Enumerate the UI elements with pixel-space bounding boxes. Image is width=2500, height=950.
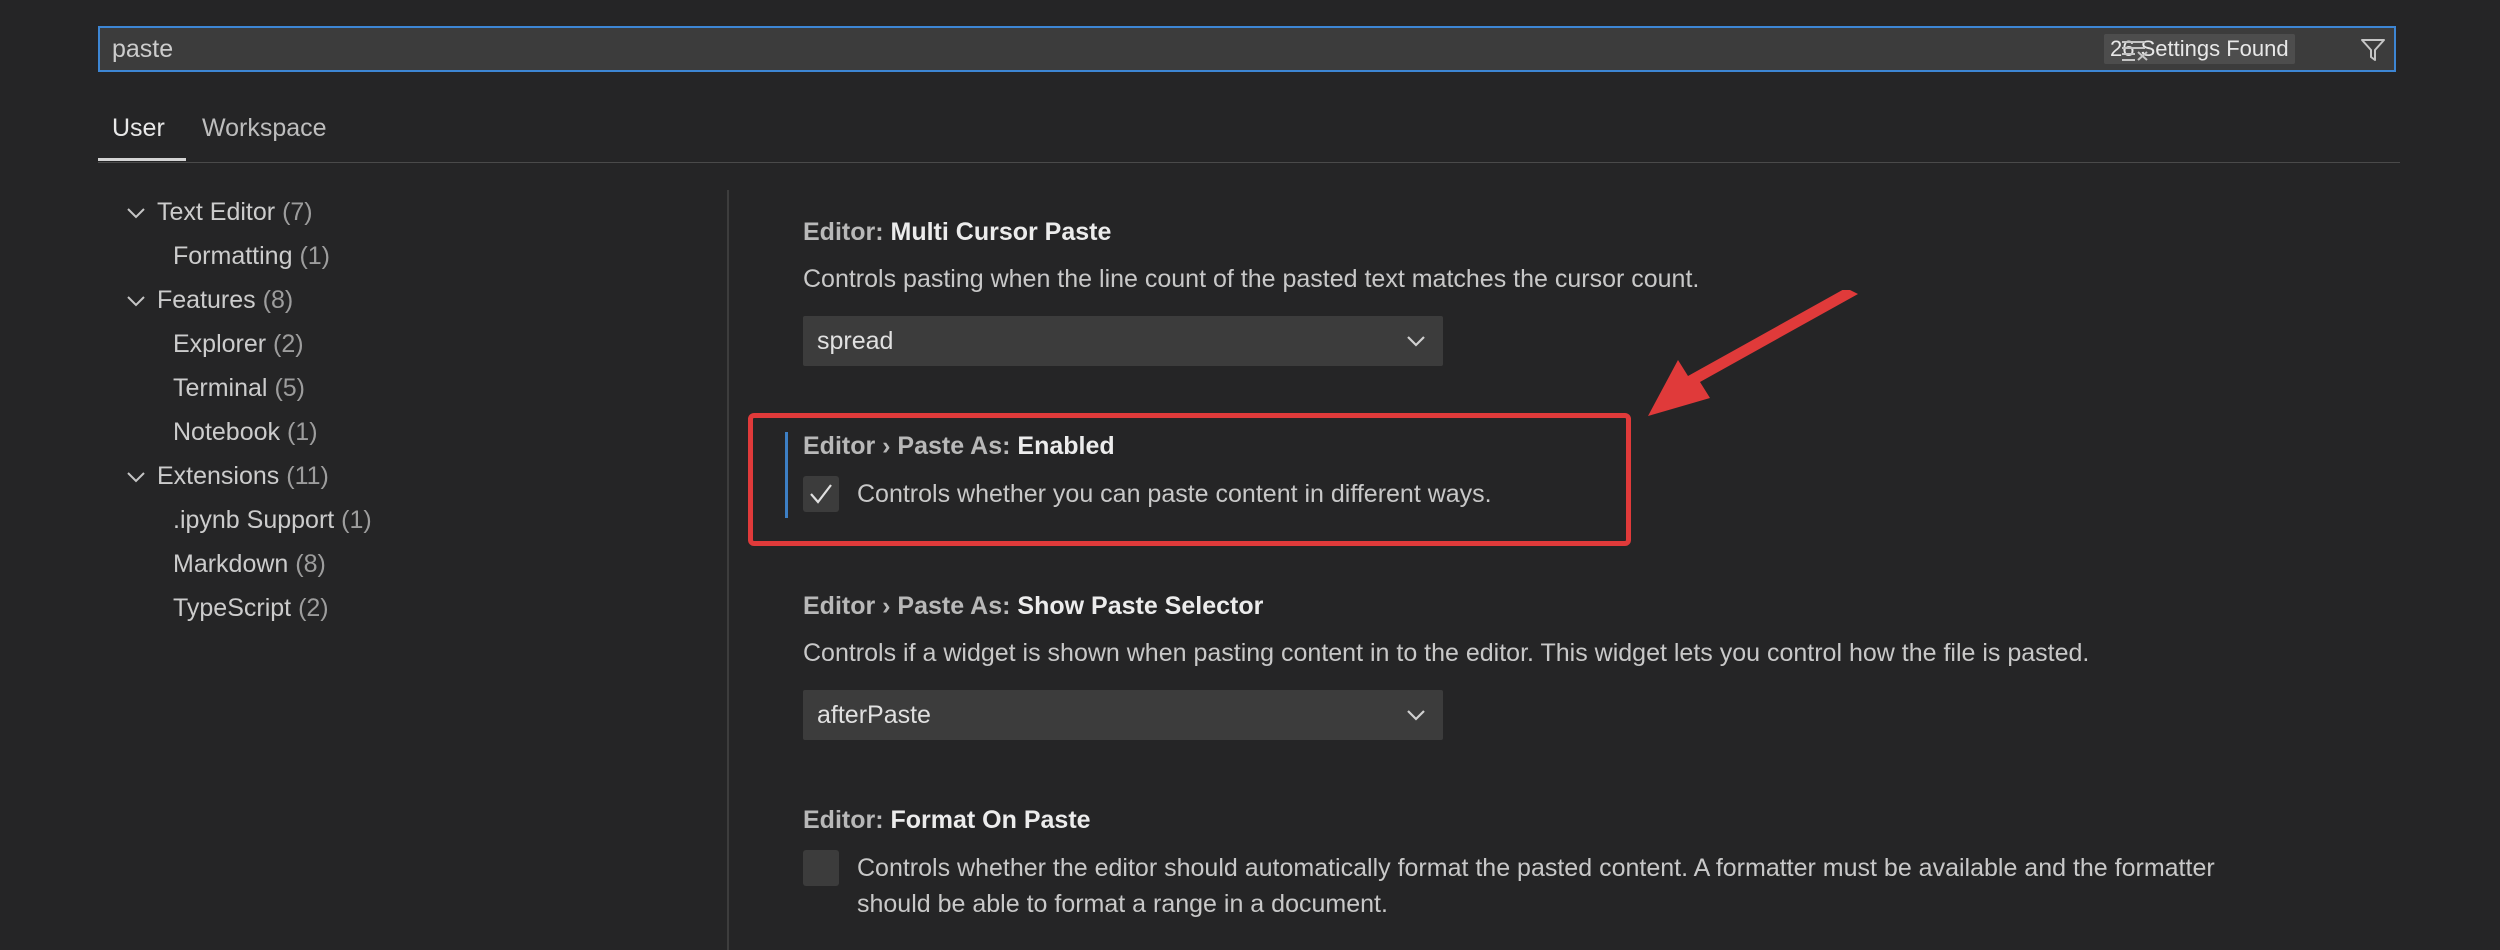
active-tab-indicator [98, 158, 186, 161]
toc-item-features[interactable]: Features (8) [157, 286, 293, 315]
setting-description: Controls whether you can paste content i… [857, 480, 1492, 508]
dropdown-value: spread [817, 327, 894, 355]
chevron-down-icon[interactable] [124, 201, 148, 225]
chevron-down-icon[interactable] [124, 289, 148, 313]
multi-cursor-paste-dropdown[interactable]: spread [803, 316, 1443, 366]
toc-item-markdown[interactable]: Markdown (8) [173, 550, 326, 579]
toc-item-extensions[interactable]: Extensions (11) [157, 462, 329, 491]
toc-item-typescript[interactable]: TypeScript (2) [173, 594, 329, 623]
setting-title: Editor › Paste As: Show Paste Selector [803, 592, 1264, 620]
search-input[interactable] [112, 28, 2072, 70]
settings-scope-tabs: User Workspace [98, 100, 2400, 163]
toc-item-notebook[interactable]: Notebook (1) [173, 418, 318, 447]
format-on-paste-checkbox[interactable] [803, 850, 839, 886]
chevron-down-icon [1407, 710, 1425, 721]
setting-title: Editor: Format On Paste [803, 806, 1091, 834]
filter-icon[interactable] [2358, 36, 2388, 64]
setting-description: Controls pasting when the line count of … [803, 265, 1700, 293]
toc-splitter[interactable] [727, 190, 729, 950]
paste-as-enabled-checkbox[interactable] [803, 476, 839, 512]
annotation-arrow-icon [1648, 290, 1858, 416]
chevron-down-icon[interactable] [124, 465, 148, 489]
toc-item-text-editor[interactable]: Text Editor (7) [157, 198, 313, 227]
setting-description-line-2: should be able to format a range in a do… [857, 890, 1388, 918]
tab-user[interactable]: User [112, 114, 165, 143]
show-paste-selector-dropdown[interactable]: afterPaste [803, 690, 1443, 740]
toc-item-formatting[interactable]: Formatting (1) [173, 242, 330, 271]
setting-description: Controls if a widget is shown when pasti… [803, 639, 2090, 667]
clear-filter-icon[interactable] [2120, 36, 2150, 64]
toc-item-terminal[interactable]: Terminal (5) [173, 374, 305, 403]
setting-title: Editor: Multi Cursor Paste [803, 218, 1112, 246]
chevron-down-icon [1407, 336, 1425, 347]
setting-title: Editor › Paste As: Enabled [803, 432, 1115, 460]
tab-workspace[interactable]: Workspace [202, 114, 327, 143]
setting-description-line-1: Controls whether the editor should autom… [857, 854, 2215, 882]
check-icon [810, 484, 832, 504]
toc-item-ipynb-support[interactable]: .ipynb Support (1) [173, 506, 372, 535]
modified-indicator [785, 432, 788, 518]
dropdown-value: afterPaste [817, 701, 931, 729]
toc-item-explorer[interactable]: Explorer (2) [173, 330, 304, 359]
settings-search-box[interactable]: 26 Settings Found [98, 26, 2396, 72]
